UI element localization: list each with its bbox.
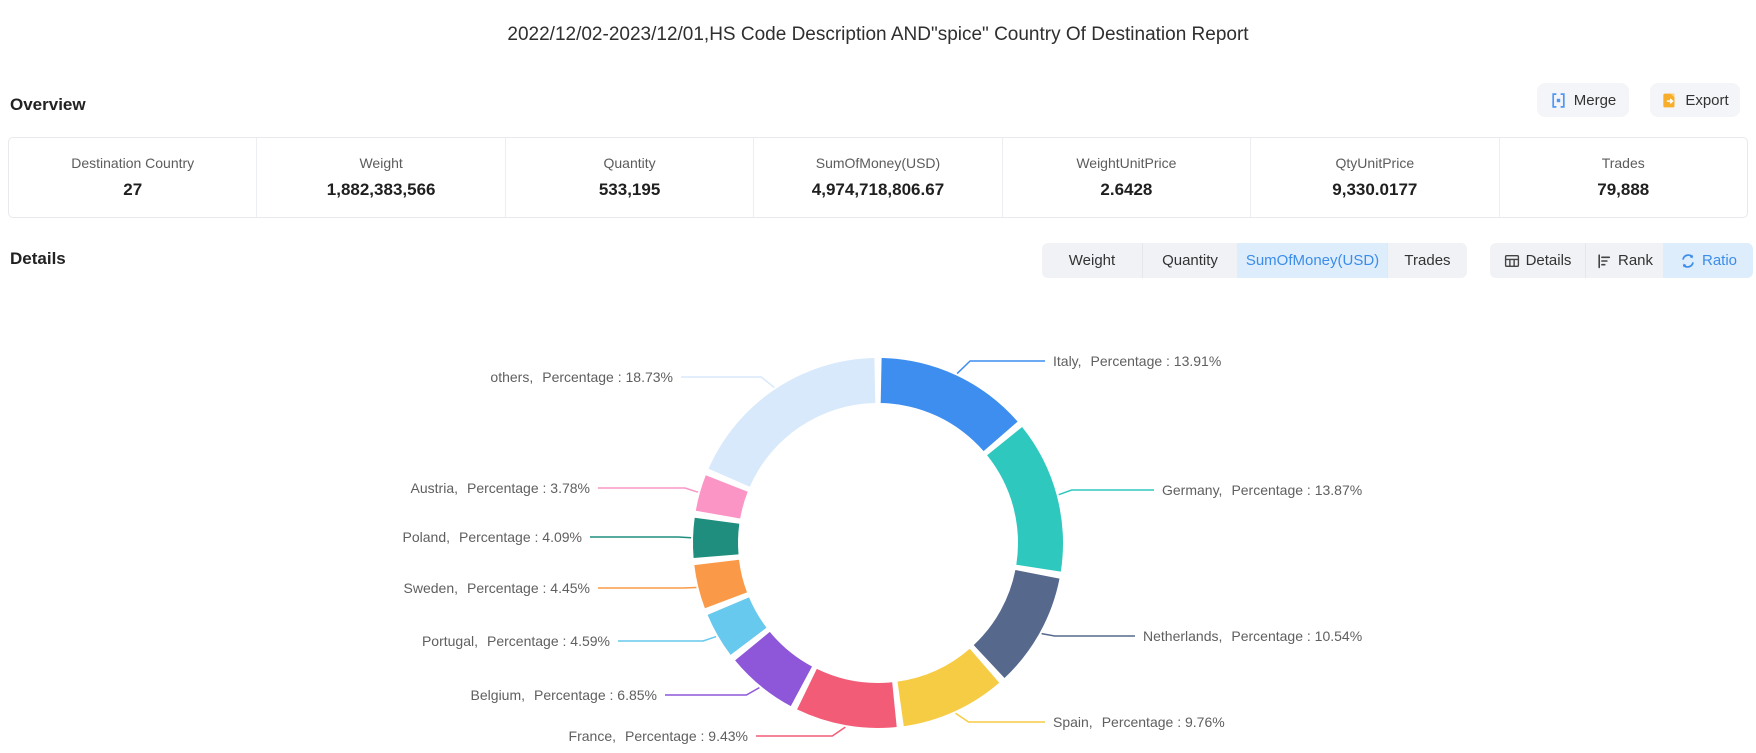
tab-sum-of-money[interactable]: SumOfMoney(USD) xyxy=(1237,243,1387,278)
label-line-poland xyxy=(590,537,691,538)
stat-label: SumOfMoney(USD) xyxy=(816,155,940,171)
label-line-portugal xyxy=(618,637,716,641)
tab-weight[interactable]: Weight xyxy=(1042,243,1142,278)
stat-label: Trades xyxy=(1602,155,1645,171)
donut-slice-spain[interactable] xyxy=(898,649,1000,727)
stat-trades: Trades 79,888 xyxy=(1499,138,1747,217)
details-view-label: Details xyxy=(1526,252,1572,269)
label-line-germany xyxy=(1059,490,1154,495)
donut-slice-netherlands[interactable] xyxy=(974,570,1060,678)
slice-label-portugal: Portugal,Percentage : 4.59% xyxy=(422,633,610,649)
label-line-others xyxy=(681,377,774,387)
label-line-netherlands xyxy=(1042,634,1135,636)
export-button[interactable]: Export xyxy=(1650,83,1740,117)
ratio-icon xyxy=(1680,253,1696,269)
label-line-sweden xyxy=(598,588,696,589)
slice-label-france: France,Percentage : 9.43% xyxy=(569,728,748,744)
slice-label-austria: Austria,Percentage : 3.78% xyxy=(411,480,590,496)
table-icon xyxy=(1504,253,1520,269)
details-heading: Details xyxy=(10,249,66,269)
page-title: 2022/12/02-2023/12/01,HS Code Descriptio… xyxy=(0,24,1756,46)
tab-trades[interactable]: Trades xyxy=(1387,243,1467,278)
ratio-view-button[interactable]: Ratio xyxy=(1663,243,1753,278)
donut-slice-italy[interactable] xyxy=(881,358,1018,451)
stat-value: 27 xyxy=(123,180,142,200)
label-line-spain xyxy=(956,713,1046,722)
label-line-italy xyxy=(957,361,1045,374)
rank-icon xyxy=(1596,253,1612,269)
ratio-view-label: Ratio xyxy=(1702,252,1737,269)
stat-label: Destination Country xyxy=(71,155,194,171)
stat-value: 533,195 xyxy=(599,180,660,200)
merge-button[interactable]: Merge xyxy=(1537,83,1629,117)
donut-chart: Italy,Percentage : 13.91% Germany,Percent… xyxy=(0,280,1756,753)
rank-view-label: Rank xyxy=(1618,252,1653,269)
export-icon xyxy=(1661,92,1678,109)
stat-value: 9,330.0177 xyxy=(1332,180,1417,200)
stat-destination-country: Destination Country 27 xyxy=(9,138,256,217)
stat-sum-of-money: SumOfMoney(USD) 4,974,718,806.67 xyxy=(753,138,1001,217)
stat-value: 79,888 xyxy=(1597,180,1649,200)
stat-quantity: Quantity 533,195 xyxy=(505,138,753,217)
donut-slice-poland[interactable] xyxy=(693,518,739,558)
donut-slice-germany[interactable] xyxy=(987,427,1063,572)
slice-label-germany: Germany,Percentage : 13.87% xyxy=(1162,482,1362,498)
label-line-austria xyxy=(598,488,698,492)
stat-value: 4,974,718,806.67 xyxy=(812,180,944,200)
view-button-group: Details Rank Ratio xyxy=(1490,243,1753,278)
merge-icon xyxy=(1550,92,1567,109)
slice-label-sweden: Sweden,Percentage : 4.45% xyxy=(404,580,590,596)
metric-tab-group: Weight Quantity SumOfMoney(USD) Trades xyxy=(1042,243,1467,278)
stat-value: 1,882,383,566 xyxy=(327,180,436,200)
tab-quantity[interactable]: Quantity xyxy=(1142,243,1237,278)
rank-view-button[interactable]: Rank xyxy=(1585,243,1663,278)
slice-label-others: others,Percentage : 18.73% xyxy=(490,369,673,385)
slice-label-italy: Italy,Percentage : 13.91% xyxy=(1053,353,1221,369)
label-line-belgium xyxy=(665,688,759,695)
donut-slice-sweden[interactable] xyxy=(694,560,747,609)
overview-heading: Overview xyxy=(10,95,86,115)
stat-weight: Weight 1,882,383,566 xyxy=(256,138,504,217)
overview-stats-card: Destination Country 27 Weight 1,882,383,… xyxy=(8,137,1748,218)
stat-qty-unit-price: QtyUnitPrice 9,330.0177 xyxy=(1250,138,1498,217)
stat-weight-unit-price: WeightUnitPrice 2.6428 xyxy=(1002,138,1250,217)
stat-label: Weight xyxy=(359,155,402,171)
stat-value: 2.6428 xyxy=(1100,180,1152,200)
slice-label-netherlands: Netherlands,Percentage : 10.54% xyxy=(1143,628,1362,644)
slice-label-belgium: Belgium,Percentage : 6.85% xyxy=(471,687,657,703)
slice-label-poland: Poland,Percentage : 4.09% xyxy=(403,529,582,545)
stat-label: Quantity xyxy=(603,155,655,171)
stat-label: WeightUnitPrice xyxy=(1076,155,1176,171)
label-line-france xyxy=(756,727,845,736)
stat-label: QtyUnitPrice xyxy=(1336,155,1415,171)
merge-button-label: Merge xyxy=(1574,92,1617,109)
slice-label-spain: Spain,Percentage : 9.76% xyxy=(1053,714,1225,730)
details-view-button[interactable]: Details xyxy=(1490,243,1585,278)
export-button-label: Export xyxy=(1685,92,1728,109)
donut-slice-france[interactable] xyxy=(797,669,897,728)
